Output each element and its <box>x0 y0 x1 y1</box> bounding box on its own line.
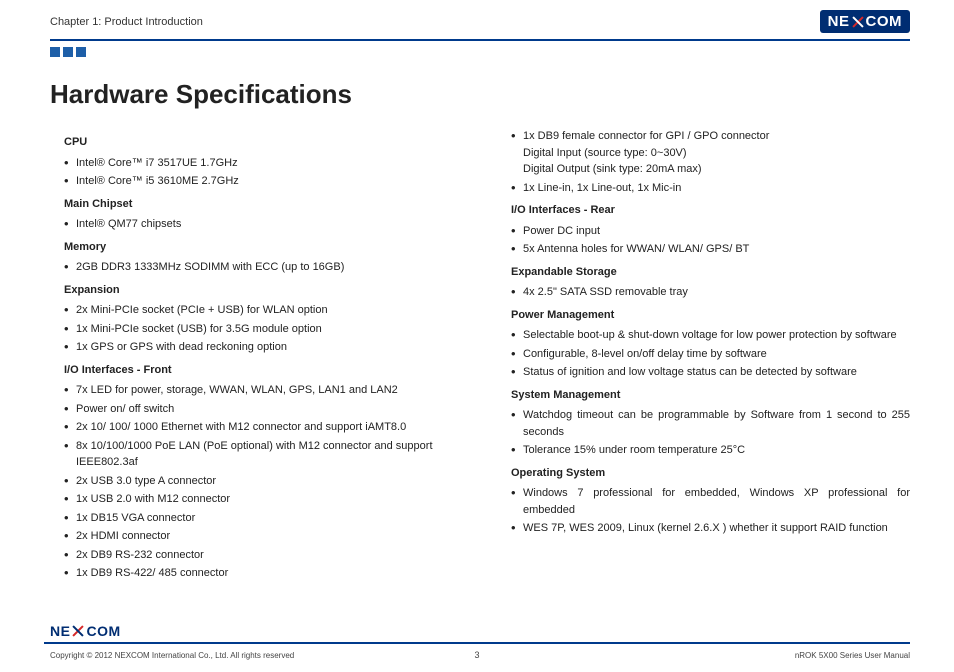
sec-memory: Memory <box>64 239 463 256</box>
brand-left: NE <box>828 13 850 30</box>
sec-io-front: I/O Interfaces - Front <box>64 362 463 379</box>
list-item: Configurable, 8-level on/off delay time … <box>511 346 910 363</box>
list-item: Power DC input <box>511 223 910 240</box>
list-item: 5x Antenna holes for WWAN/ WLAN/ GPS/ BT <box>511 241 910 258</box>
footer-rule <box>44 642 910 644</box>
list-item: 1x Line-in, 1x Line-out, 1x Mic-in <box>511 180 910 197</box>
list-item: 1x DB9 female connector for GPI / GPO co… <box>511 128 910 178</box>
list-item: 2GB DDR3 1333MHz SODIMM with ECC (up to … <box>64 259 463 276</box>
decor-squares <box>50 47 954 57</box>
sec-system: System Management <box>511 387 910 404</box>
list-item: Intel® QM77 chipsets <box>64 216 463 233</box>
sec-expansion: Expansion <box>64 282 463 299</box>
brand-logo-top: NE COM <box>820 10 910 33</box>
left-column: CPU Intel® Core™ i7 3517UE 1.7GHz Intel®… <box>64 128 463 588</box>
list-item: 2x 10/ 100/ 1000 Ethernet with M12 conne… <box>64 419 463 436</box>
list-item: 1x USB 2.0 with M12 connector <box>64 491 463 508</box>
list-item: Intel® Core™ i7 3517UE 1.7GHz <box>64 155 463 172</box>
list-item: Windows 7 professional for embedded, Win… <box>511 485 910 518</box>
sec-chipset: Main Chipset <box>64 196 463 213</box>
list-item: Intel® Core™ i5 3610ME 2.7GHz <box>64 173 463 190</box>
list-item: 1x DB15 VGA connector <box>64 510 463 527</box>
list-item: 7x LED for power, storage, WWAN, WLAN, G… <box>64 382 463 399</box>
list-cpu: Intel® Core™ i7 3517UE 1.7GHz Intel® Cor… <box>64 155 463 190</box>
sec-storage: Expandable Storage <box>511 264 910 281</box>
brand-right: COM <box>866 13 903 30</box>
page-number: 3 <box>0 650 954 660</box>
brand-logo-footer: NE COM <box>50 623 121 639</box>
list-item: 8x 10/100/1000 PoE LAN (PoE optional) wi… <box>64 438 463 471</box>
page-title: Hardware Specifications <box>50 79 954 110</box>
list-item: Watchdog timeout can be programmable by … <box>511 407 910 440</box>
brand-left-footer: NE <box>50 623 70 639</box>
list-item: Status of ignition and low voltage statu… <box>511 364 910 381</box>
list-item: 2x USB 3.0 type A connector <box>64 473 463 490</box>
list-item: Selectable boot-up & shut-down voltage f… <box>511 327 910 344</box>
list-item: 4x 2.5" SATA SSD removable tray <box>511 284 910 301</box>
brand-x-icon <box>851 15 865 29</box>
header-rule <box>50 39 910 41</box>
brand-x-icon-footer <box>71 624 85 638</box>
chapter-label: Chapter 1: Product Introduction <box>50 16 203 28</box>
sec-os: Operating System <box>511 465 910 482</box>
list-item: 1x DB9 RS-422/ 485 connector <box>64 565 463 582</box>
list-item: 1x GPS or GPS with dead reckoning option <box>64 339 463 356</box>
list-item: 2x Mini-PCIe socket (PCIe + USB) for WLA… <box>64 302 463 319</box>
list-item: 2x DB9 RS-232 connector <box>64 547 463 564</box>
right-column: 1x DB9 female connector for GPI / GPO co… <box>511 128 910 588</box>
sec-cpu: CPU <box>64 134 463 151</box>
list-item: 1x Mini-PCIe socket (USB) for 3.5G modul… <box>64 321 463 338</box>
list-item: Power on/ off switch <box>64 401 463 418</box>
list-item: 2x HDMI connector <box>64 528 463 545</box>
list-item: Tolerance 15% under room temperature 25°… <box>511 442 910 459</box>
list-item: WES 7P, WES 2009, Linux (kernel 2.6.X ) … <box>511 520 910 537</box>
sec-io-rear: I/O Interfaces - Rear <box>511 202 910 219</box>
sec-power: Power Management <box>511 307 910 324</box>
brand-right-footer: COM <box>86 623 120 639</box>
